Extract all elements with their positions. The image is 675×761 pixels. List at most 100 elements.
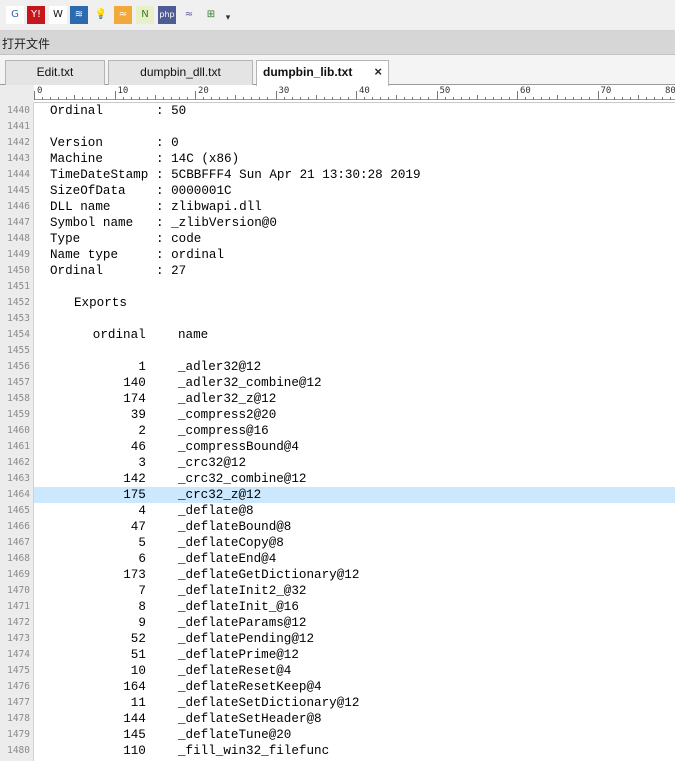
wikipedia-icon[interactable]: W [49,6,67,24]
ruler-tick [178,97,180,100]
line-number: 1445 [7,185,30,196]
export-ordinal: 52 [130,632,146,646]
yahoo-icon[interactable]: Y! [27,6,45,24]
export-symbol: _deflateSetDictionary@12 [178,696,360,710]
line-content: 145 _deflateTune@20 [34,727,675,743]
code-line: 1445 SizeOfData: 0000001C [0,183,675,199]
export-ordinal: 3 [138,456,146,470]
ruler-tick [597,91,599,100]
export-symbol: _deflateInit_@16 [178,600,299,614]
notepad-icon[interactable]: N [136,6,154,24]
ruler-tick [42,97,44,100]
line-content: 164 _deflateResetKeep@4 [34,679,675,695]
line-number: 1473 [7,633,30,644]
line-content: SizeOfData: 0000001C [34,183,675,199]
lightbulb-icon[interactable]: 💡 [92,6,110,24]
export-symbol: _deflateEnd@4 [178,552,277,566]
ruler-tick [162,97,164,100]
field-name: TimeDateStamp [50,168,149,182]
tab-dumpbin-dll[interactable]: dumpbin_dll.txt [108,60,253,85]
export-symbol: _deflateResetKeep@4 [178,680,322,694]
line-number: 1441 [7,121,30,132]
code-line: 1452 Exports [0,295,675,311]
ruler-tick [170,97,172,100]
line-content: Symbol name : _zlibVersion@0 [34,215,675,231]
line-number: 1476 [7,681,30,692]
code-line: 1446 DLL name: zlibwapi.dll [0,199,675,215]
google-icon[interactable]: G [6,6,24,24]
export-symbol: _deflate@8 [178,504,254,518]
text-editor[interactable]: 1440 Ordinal: 50 1441 1442 Version: 0 1443 Mac… [0,103,675,761]
column-ruler: 0 10 20 30 40 50 60 70 80 [0,85,675,103]
ruler-tick [195,91,196,100]
ruler-tick [146,97,148,100]
ruler-tick [573,97,575,100]
ruler-tick [460,97,462,100]
export-ordinal: 7 [138,584,146,598]
export-symbol: _adler32_z@12 [178,392,277,406]
ruler-tick [645,97,647,100]
export-ordinal: 140 [123,376,146,390]
line-number: 1448 [7,233,30,244]
code-line: 1440 Ordinal: 50 [0,103,675,119]
line-content: TimeDateStamp: 5CBBFFF4 Sun Apr 21 13:30… [34,167,675,183]
ruler-label: 70 [600,86,612,96]
php-icon[interactable]: php [158,6,176,24]
ruler-tick [114,91,116,100]
ruler-tick [621,97,623,100]
toolbar-overflow-icon[interactable]: ▾ [223,11,233,25]
tab-edit-txt[interactable]: Edit.txt [5,60,105,85]
ruler-tick [291,97,293,100]
windows-icon[interactable]: ⊞ [202,6,220,24]
ruler-tick [267,97,269,100]
field-value: : _zlibVersion@0 [156,216,277,230]
code-line: 1467 5 _deflateCopy@8 [0,535,675,551]
export-symbol: _compressBound@4 [178,440,299,454]
line-number: 1466 [7,521,30,532]
ruler-tick [661,97,663,100]
field-name: Ordinal [50,104,103,118]
export-symbol: _deflateParams@12 [178,616,307,630]
line-content: 2 _compress@16 [34,423,675,439]
ruler-tick [476,95,478,100]
msdn-icon[interactable]: ≋ [70,6,88,24]
export-symbol: _adler32_combine@12 [178,376,322,390]
ruler-tick [388,97,390,100]
code-line: 1455 [0,343,675,359]
export-ordinal: 46 [130,440,146,454]
line-number: 1468 [7,553,30,564]
line-number: 1464 [7,489,30,500]
code-line: 1441 [0,119,675,135]
field-value: : 27 [156,264,187,278]
export-symbol: _fill_win32_filefunc [178,744,330,758]
line-content: 47 _deflateBound@8 [34,519,675,535]
rss-icon[interactable]: ≈ [114,6,132,24]
export-ordinal: 110 [123,744,146,758]
code-line: 1465 4 _deflate@8 [0,503,675,519]
ruler-tick [444,97,446,100]
ruler-tick [106,97,108,100]
ruler-tick [34,91,35,100]
code-line: 1461 46 _compressBound@4 [0,439,675,455]
code-line: 1473 52 _deflatePending@12 [0,631,675,647]
line-content: Machine: 14C (x86) [34,151,675,167]
close-tab-icon[interactable]: × [374,61,382,83]
line-content: 39 _compress2@20 [34,407,675,423]
code-line: 1458 174 _adler32_z@12 [0,391,675,407]
ruler-tick [637,95,639,100]
code-line: 1480 110 _fill_win32_filefunc [0,743,675,759]
line-content: 51 _deflatePrime@12 [34,647,675,663]
ruler-tick [589,97,591,100]
wavy-icon[interactable]: ≈ [180,6,198,24]
ruler-tick [275,91,277,100]
field-value: : zlibwapi.dll [156,200,262,214]
export-ordinal: 2 [138,424,146,438]
line-number: 1444 [7,169,30,180]
field-name: Symbol name [50,216,134,230]
tab-dumpbin-lib[interactable]: dumpbin_lib.txt × [256,60,389,86]
ruler-tick [605,97,607,100]
line-number: 1477 [7,697,30,708]
field-value: : code [156,232,202,246]
line-number: 1454 [7,329,30,340]
line-number: 1456 [7,361,30,372]
